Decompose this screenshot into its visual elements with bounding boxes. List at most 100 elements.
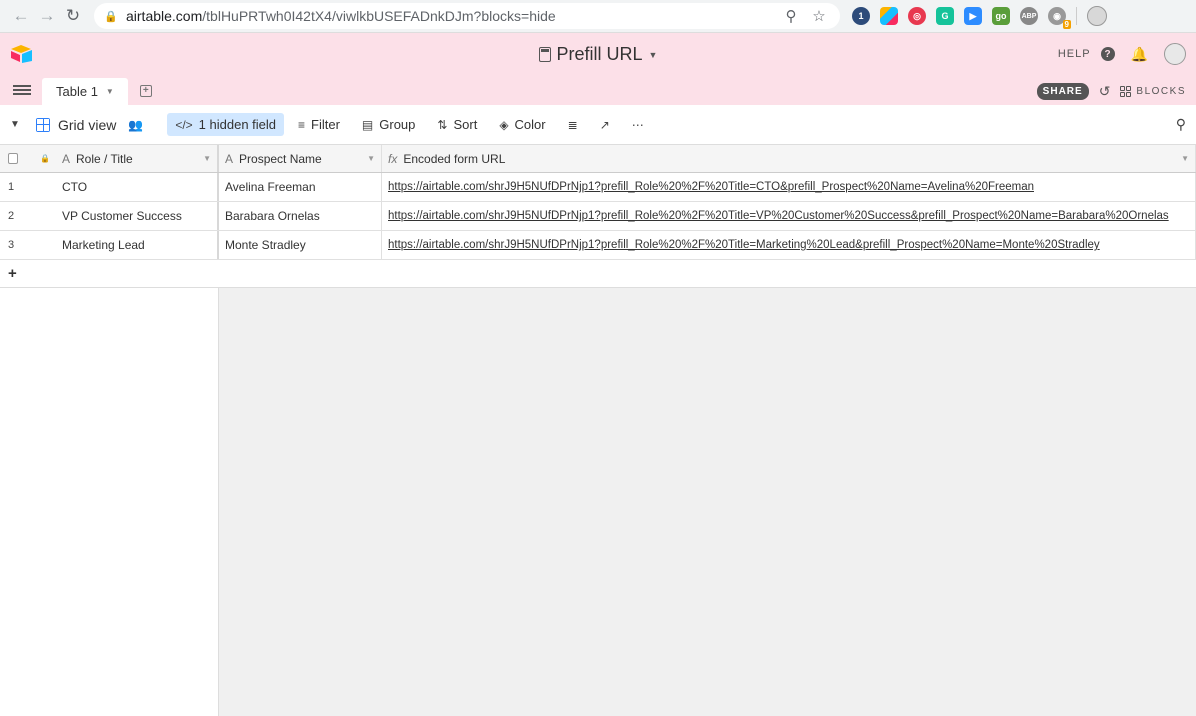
table-row[interactable]: 3 Marketing Lead Monte Stradley https://…: [0, 231, 1196, 260]
cell-role[interactable]: CTO: [56, 173, 219, 201]
formula-field-icon: fx: [388, 151, 398, 166]
forward-button[interactable]: →: [34, 3, 60, 29]
lock-icon: 🔒: [104, 11, 118, 23]
header-actions: HELP ? 🔔: [1058, 43, 1186, 65]
reload-button[interactable]: ↻: [60, 3, 86, 29]
row-height-icon: ≣: [567, 117, 578, 132]
column-header-label: Role / Title: [76, 151, 133, 166]
sort-label: Sort: [453, 117, 478, 132]
chevron-down-icon: ▼: [648, 49, 658, 60]
url-path: /tblHuPRTwh0I42tX4/viwlkbUSEFADnkDJm?blo…: [202, 8, 556, 24]
browser-profile-avatar[interactable]: [1087, 6, 1107, 26]
external-link-icon: ↗: [599, 117, 610, 132]
calculator-icon: [538, 47, 551, 62]
chevron-down-icon[interactable]: ▼: [1181, 154, 1189, 163]
extension-go-icon[interactable]: go: [992, 7, 1010, 25]
share-view-button[interactable]: ↗: [592, 114, 618, 136]
cell-prospect-name[interactable]: Monte Stradley: [219, 231, 382, 259]
zoom-icon[interactable]: ⚲: [780, 7, 802, 25]
tabs-right-actions: SHARE ↺ BLOCKS: [1036, 83, 1186, 100]
cell-prospect-name[interactable]: Barabara Ornelas: [219, 202, 382, 230]
toolbar-separator: [1076, 7, 1077, 25]
menu-hamburger-icon[interactable]: [10, 78, 34, 102]
group-label: Group: [379, 117, 416, 132]
url-text: airtable.com/tblHuPRTwh0I42tX4/viwlkbUSE…: [126, 8, 774, 24]
row-number: 1: [8, 181, 15, 193]
bookmark-star-icon[interactable]: ☆: [808, 7, 830, 25]
blocks-icon: [1120, 86, 1132, 97]
help-circle-icon[interactable]: ?: [1100, 47, 1115, 61]
user-avatar[interactable]: [1164, 43, 1186, 65]
address-bar[interactable]: 🔒 airtable.com/tblHuPRTwh0I42tX4/viwlkbU…: [94, 3, 840, 29]
search-icon[interactable]: ⚲: [1176, 116, 1186, 133]
ellipsis-icon: ⋯: [631, 117, 644, 132]
column-header-prospect-name[interactable]: A Prospect Name ▼: [219, 145, 382, 172]
view-name[interactable]: Grid view: [58, 117, 116, 133]
extension-badge: 9: [1062, 20, 1071, 29]
group-button[interactable]: ▤ Group: [354, 113, 423, 136]
airtable-logo-icon[interactable]: [10, 44, 34, 64]
text-field-icon: A: [62, 151, 71, 166]
browser-toolbar: ← → ↻ 🔒 airtable.com/tblHuPRTwh0I42tX4/v…: [0, 0, 1196, 33]
table-tab-label: Table 1: [56, 84, 98, 99]
select-all-checkbox[interactable]: [8, 153, 19, 164]
cell-encoded-url[interactable]: https://airtable.com/shrJ9H5NUfDPrNjp1?p…: [382, 173, 1196, 201]
table-row[interactable]: 2 VP Customer Success Barabara Ornelas h…: [0, 202, 1196, 231]
column-header-role[interactable]: A Role / Title ▼: [56, 145, 219, 172]
table-row[interactable]: 1 CTO Avelina Freeman https://airtable.c…: [0, 173, 1196, 202]
data-grid: 🔒 A Role / Title ▼ A Prospect Name ▼ fx …: [0, 145, 1196, 716]
select-all-cell: 🔒: [0, 145, 56, 172]
url-link[interactable]: https://airtable.com/shrJ9H5NUfDPrNjp1?p…: [388, 181, 1034, 193]
hide-fields-button[interactable]: </> 1 hidden field: [167, 113, 285, 136]
extension-airtable-icon[interactable]: [880, 7, 898, 25]
blocks-button[interactable]: BLOCKS: [1120, 86, 1186, 97]
table-tabs-bar: Table 1 ▼ + SHARE ↺ BLOCKS: [0, 75, 1196, 105]
add-record-icon[interactable]: +: [8, 265, 17, 282]
history-icon[interactable]: ↺: [1099, 83, 1111, 100]
group-icon: ▤: [361, 117, 374, 132]
base-title-button[interactable]: Prefill URL ▼: [538, 44, 658, 65]
row-number: 3: [8, 239, 15, 251]
airtable-header: Prefill URL ▼ HELP ? 🔔 Table 1 ▼ + SHARE…: [0, 33, 1196, 105]
url-host: airtable.com: [126, 8, 203, 24]
cell-role[interactable]: VP Customer Success: [56, 202, 219, 230]
notifications-bell-icon[interactable]: 🔔: [1131, 46, 1148, 63]
chevron-down-icon[interactable]: ▼: [106, 87, 114, 96]
row-number: 2: [8, 210, 15, 222]
add-record-row[interactable]: +: [0, 260, 1196, 288]
cell-prospect-name[interactable]: Avelina Freeman: [219, 173, 382, 201]
row-height-button[interactable]: ≣: [560, 114, 586, 136]
collaborators-icon[interactable]: 👥: [128, 118, 143, 132]
chevron-down-icon[interactable]: ▼: [203, 154, 211, 163]
sort-button[interactable]: ⇅ Sort: [429, 113, 485, 136]
extension-grammarly-icon[interactable]: G: [936, 7, 954, 25]
url-link[interactable]: https://airtable.com/shrJ9H5NUfDPrNjp1?p…: [388, 210, 1169, 222]
color-button[interactable]: ◈ Color: [491, 113, 553, 136]
cell-encoded-url[interactable]: https://airtable.com/shrJ9H5NUfDPrNjp1?p…: [382, 202, 1196, 230]
column-header-encoded-url[interactable]: fx Encoded form URL ▼: [382, 145, 1196, 172]
extension-zoom-icon[interactable]: ▶: [964, 7, 982, 25]
url-link[interactable]: https://airtable.com/shrJ9H5NUfDPrNjp1?p…: [388, 239, 1100, 251]
add-table-icon[interactable]: +: [139, 85, 152, 97]
view-toolbar: ▼ Grid view 👥 </> 1 hidden field ≡ Filte…: [0, 105, 1196, 145]
extensions-bar: 1 ◎ G ▶ go ABP ◉ 9: [852, 6, 1107, 29]
tab-table-1[interactable]: Table 1 ▼: [42, 78, 128, 105]
help-button[interactable]: HELP: [1058, 48, 1091, 60]
more-options-button[interactable]: ⋯: [624, 114, 652, 136]
extension-asana-icon[interactable]: ◎: [908, 7, 926, 25]
cell-role[interactable]: Marketing Lead: [56, 231, 219, 259]
extension-1password-icon[interactable]: 1: [852, 7, 870, 25]
extension-ghostery-icon[interactable]: ◉ 9: [1048, 7, 1071, 29]
color-label: Color: [514, 117, 546, 132]
hidden-field-icon: </>: [175, 117, 193, 132]
share-button[interactable]: SHARE: [1036, 83, 1089, 100]
filter-button[interactable]: ≡ Filter: [290, 113, 348, 136]
views-sidebar-toggle-icon[interactable]: ▼: [10, 119, 28, 130]
chevron-down-icon[interactable]: ▼: [367, 154, 375, 163]
cell-encoded-url[interactable]: https://airtable.com/shrJ9H5NUfDPrNjp1?p…: [382, 231, 1196, 259]
filter-label: Filter: [311, 117, 340, 132]
back-button[interactable]: ←: [8, 3, 34, 29]
lock-icon: 🔒: [40, 154, 50, 163]
blocks-label: BLOCKS: [1136, 86, 1186, 97]
extension-adblock-icon[interactable]: ABP: [1020, 7, 1038, 25]
